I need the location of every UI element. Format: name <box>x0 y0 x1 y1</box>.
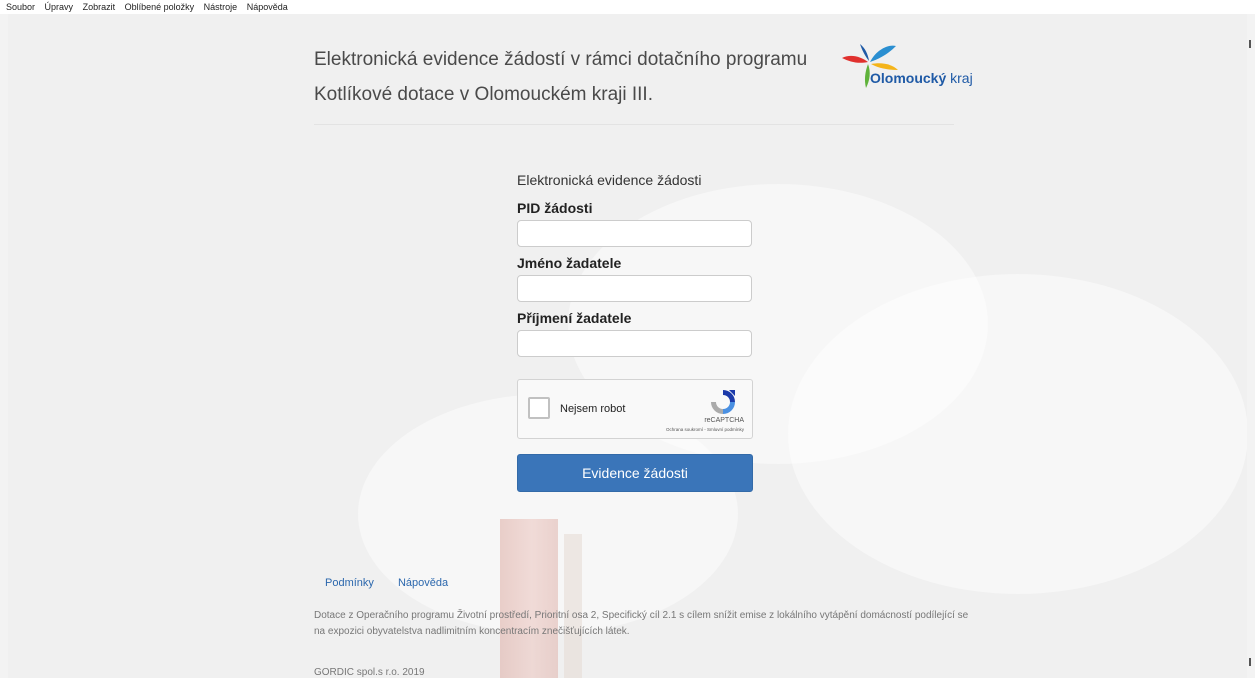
menu-favorites[interactable]: Oblíbené položky <box>125 2 195 12</box>
pid-input[interactable] <box>517 220 752 247</box>
page-title-line1: Elektronická evidence žádostí v rámci do… <box>314 49 808 70</box>
first-name-input[interactable] <box>517 275 752 302</box>
recaptcha-terms-link[interactable]: Ochrana soukromí - Smluvní podmínky <box>666 427 744 432</box>
footer-description: Dotace z Operačního programu Životní pro… <box>314 610 969 637</box>
menu-view[interactable]: Zobrazit <box>83 2 116 12</box>
recaptcha-logo-icon <box>711 390 735 414</box>
recaptcha-widget: Nejsem robot reCAPTCHA Ochrana soukromí … <box>517 379 753 439</box>
header-divider <box>314 124 954 125</box>
terms-link[interactable]: Podmínky <box>325 577 374 589</box>
menu-help[interactable]: Nápověda <box>247 2 288 12</box>
recaptcha-label: Nejsem robot <box>560 403 626 415</box>
submit-button[interactable]: Evidence žádosti <box>517 454 753 492</box>
recaptcha-checkbox[interactable] <box>528 397 550 419</box>
scrollbar-up-indicator[interactable] <box>1249 40 1251 48</box>
last-name-label: Příjmení žadatele <box>517 310 632 326</box>
page-title-line2: Kotlíkové dotace v Olomouckém kraji III. <box>314 84 653 105</box>
chimney-decor-secondary <box>564 534 582 678</box>
scrollbar-down-indicator[interactable] <box>1249 658 1251 666</box>
copyright: GORDIC spol.s r.o. 2019 <box>314 667 425 678</box>
page-title: Elektronická evidence žádostí v rámci do… <box>314 42 854 112</box>
menu-edit[interactable]: Úpravy <box>45 2 74 12</box>
pid-label: PID žádosti <box>517 200 593 216</box>
first-name-label: Jméno žadatele <box>517 255 622 271</box>
footer-links: Podmínky Nápověda <box>325 577 469 589</box>
registration-form: Elektronická evidence žádosti PID žádost… <box>517 172 757 357</box>
chimney-decor <box>500 519 558 678</box>
menu-tools[interactable]: Nástroje <box>204 2 238 12</box>
form-caption: Elektronická evidence žádosti <box>517 172 702 188</box>
help-link[interactable]: Nápověda <box>398 577 448 589</box>
logo-wordmark: Olomoucký kraj <box>870 70 973 86</box>
menu-file[interactable]: Soubor <box>6 2 35 12</box>
recaptcha-brand: reCAPTCHA <box>704 417 744 424</box>
menu-bar: Soubor Úpravy Zobrazit Oblíbené položky … <box>0 0 1255 14</box>
last-name-input[interactable] <box>517 330 752 357</box>
page-viewport: Elektronická evidence žádostí v rámci do… <box>8 14 1247 678</box>
